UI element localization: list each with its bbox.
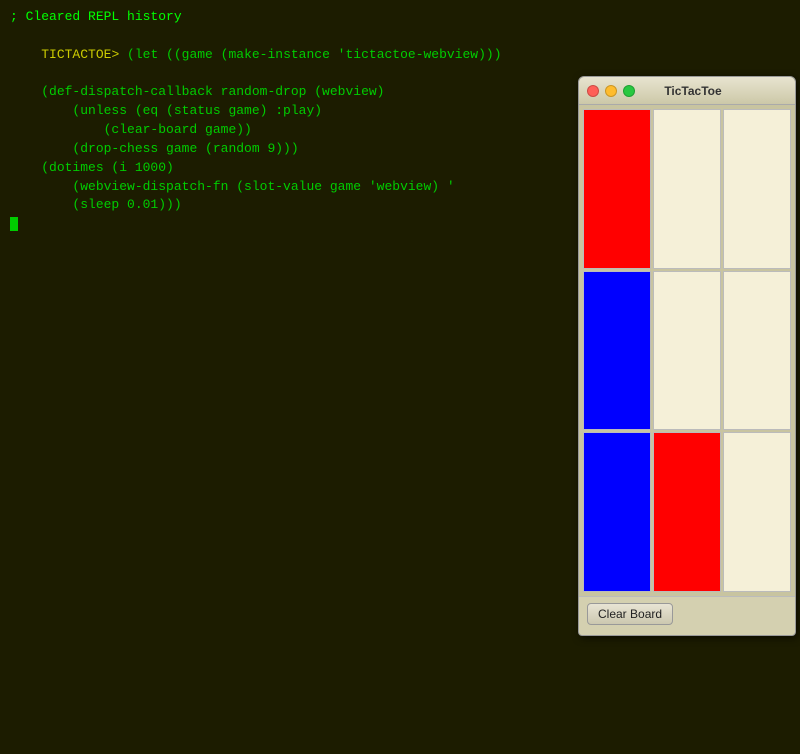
code-line-0: (let ((game (make-instance 'tictactoe-we… [127, 47, 501, 62]
board-cell-0-2[interactable] [723, 109, 791, 269]
board-cell-2-0[interactable] [583, 432, 651, 592]
board-cell-1-1[interactable] [653, 271, 721, 431]
repl-prompt-line: TICTACTOE> (let ((game (make-instance 't… [10, 27, 790, 84]
tictactoe-window: TicTacToe Clear Board [578, 76, 796, 636]
board-cell-2-2[interactable] [723, 432, 791, 592]
board-cell-1-2[interactable] [723, 271, 791, 431]
cleared-line: ; Cleared REPL history [10, 8, 790, 27]
window-footer: Clear Board [579, 596, 795, 635]
clear-board-button[interactable]: Clear Board [587, 603, 673, 625]
board-cell-2-1[interactable] [653, 432, 721, 592]
board-cell-0-0[interactable] [583, 109, 651, 269]
close-button[interactable] [587, 85, 599, 97]
prompt-name: TICTACTOE [41, 47, 111, 62]
prompt-symbol: > [111, 47, 127, 62]
cursor [10, 217, 18, 231]
window-titlebar: TicTacToe [579, 77, 795, 105]
game-board [579, 105, 795, 596]
board-cell-0-1[interactable] [653, 109, 721, 269]
board-cell-1-0[interactable] [583, 271, 651, 431]
window-title: TicTacToe [599, 84, 787, 98]
